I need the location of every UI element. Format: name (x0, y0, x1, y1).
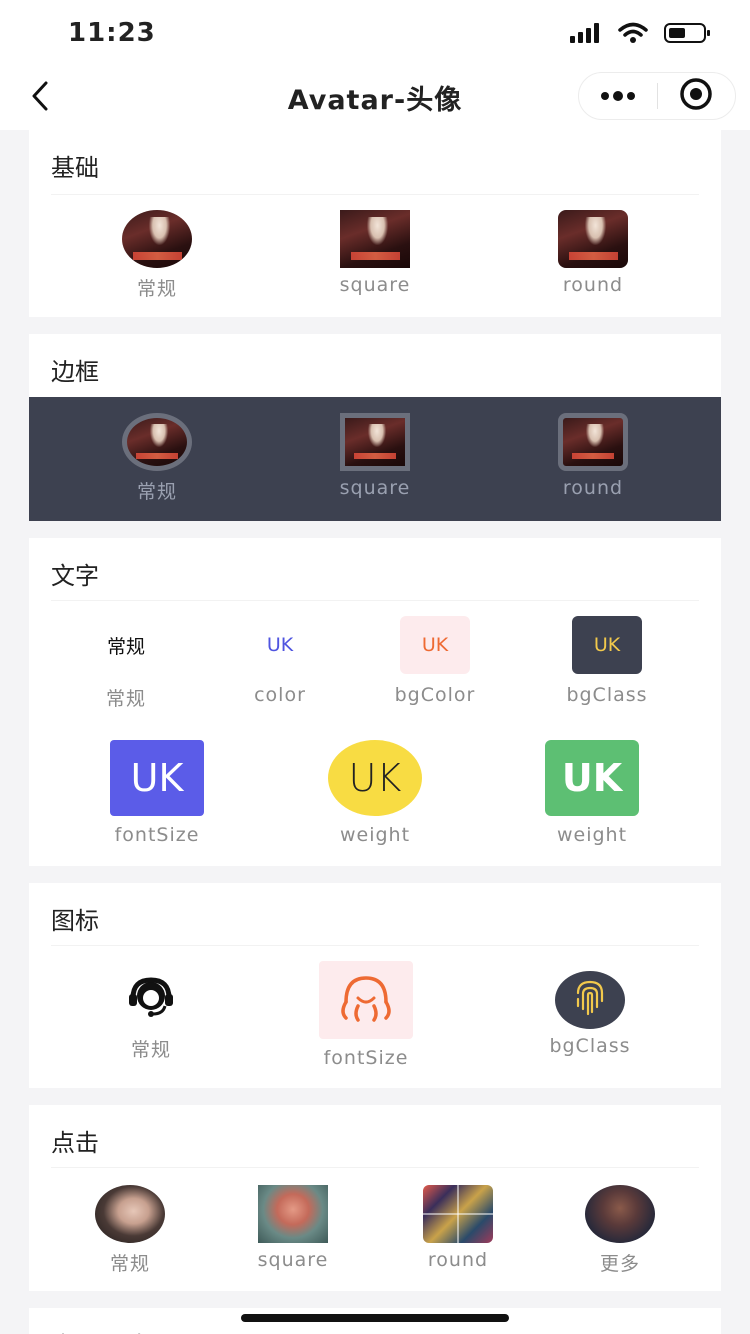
section-border: 边框 常规 square round (29, 334, 721, 521)
section-click: 点击 常规 square round 更多 (29, 1105, 721, 1291)
text-avatar-weight-light[interactable]: UK (328, 740, 422, 816)
avatar-label: bgColor (394, 684, 476, 706)
section-title: 内置尺寸 (51, 1326, 147, 1334)
clickable-avatar-square[interactable] (258, 1185, 328, 1243)
text-avatar-item[interactable]: UK weight (315, 740, 435, 846)
text-avatar-item[interactable]: UK color (233, 616, 327, 706)
text-avatar-bgcolor[interactable]: UK (400, 616, 470, 674)
clickable-avatar-item[interactable]: 常规 (85, 1185, 175, 1276)
target-circle-icon (679, 77, 713, 115)
icon-avatar-item[interactable]: fontSize (309, 961, 423, 1069)
clickable-avatar-circle[interactable] (95, 1185, 165, 1243)
section-title: 图标 (51, 907, 99, 935)
avatar-square-bordered[interactable] (340, 413, 410, 471)
divider (51, 600, 699, 601)
more-button[interactable] (579, 72, 657, 120)
clickable-avatar-item[interactable]: 更多 (575, 1185, 665, 1276)
avatar-item[interactable]: round (543, 210, 643, 296)
avatar-circle[interactable] (122, 210, 192, 268)
avatar-label: bgClass (566, 684, 648, 706)
icon-avatar-item[interactable]: bgClass (535, 971, 645, 1057)
clickable-avatar-item[interactable]: round (408, 1185, 508, 1271)
divider (51, 194, 699, 195)
avatar-label: weight (556, 824, 628, 846)
avatar-label: fontSize (114, 824, 200, 846)
text-avatar-item[interactable]: UK fontSize (97, 740, 217, 846)
avatar-label: round (562, 477, 624, 499)
avatar-label: round (427, 1249, 489, 1271)
avatar-square[interactable] (340, 210, 410, 268)
avatar-label: 常规 (105, 688, 146, 710)
divider (51, 945, 699, 946)
text-avatar-item[interactable]: UK bgColor (383, 616, 487, 706)
status-bar: 11:23 (0, 0, 750, 66)
text-avatar-item[interactable]: 常规 常规 (79, 616, 173, 711)
avatar-item[interactable]: square (325, 210, 425, 296)
close-button[interactable] (658, 72, 736, 120)
avatar-label: 常规 (130, 1039, 171, 1061)
section-basic: 基础 常规 square round (29, 130, 721, 317)
avatar-label: 更多 (599, 1253, 640, 1275)
wifi-icon (618, 22, 648, 48)
divider (51, 1167, 699, 1168)
avatar-circle-bordered[interactable] (122, 413, 192, 471)
avatar-round[interactable] (558, 210, 628, 268)
text-avatar-item[interactable]: UK weight (532, 740, 652, 846)
clickable-avatar-item[interactable]: square (243, 1185, 343, 1271)
avatar-item[interactable]: round (543, 413, 643, 499)
avatar-label: square (339, 274, 411, 296)
avatar-label: fontSize (323, 1047, 409, 1069)
more-dots-icon (600, 87, 636, 106)
avatar-label: weight (339, 824, 411, 846)
status-time: 11:23 (68, 18, 156, 48)
text-avatar[interactable]: 常规 (91, 616, 161, 674)
text-avatar-item[interactable]: UK bgClass (555, 616, 659, 706)
battery-icon (664, 22, 712, 48)
dark-panel: 常规 square round (29, 397, 721, 521)
octopus-icon (336, 974, 396, 1026)
icon-avatar-fontsize[interactable] (319, 961, 413, 1039)
avatar-item[interactable]: square (325, 413, 425, 499)
navigation-bar: Avatar-头像 (0, 66, 750, 130)
clickable-avatar-round[interactable] (423, 1185, 493, 1243)
text-avatar-weight-bold[interactable]: UK (545, 740, 639, 816)
icon-avatar-item[interactable]: 常规 (101, 971, 201, 1062)
text-avatar-bgclass[interactable]: UK (572, 616, 642, 674)
clickable-avatar-more[interactable] (585, 1185, 655, 1243)
icon-avatar-bgclass[interactable] (555, 971, 625, 1029)
avatar-label: square (339, 477, 411, 499)
cellular-signal-icon (570, 22, 602, 48)
section-title: 文字 (51, 562, 99, 590)
avatar-label: bgClass (549, 1035, 631, 1057)
avatar-label: 常规 (136, 481, 177, 503)
avatar-label: 常规 (109, 1253, 150, 1275)
avatar-label: round (562, 274, 624, 296)
section-text: 文字 常规 常规 UK color UK bgColor UK bgClass … (29, 538, 721, 866)
avatar-label: square (257, 1249, 329, 1271)
avatar-item[interactable]: 常规 (117, 413, 197, 504)
status-icons (570, 22, 712, 48)
section-title: 基础 (51, 154, 99, 182)
fingerprint-icon (573, 979, 607, 1021)
avatar-item[interactable]: 常规 (117, 210, 197, 301)
section-title: 点击 (51, 1129, 99, 1157)
text-avatar-color[interactable]: UK (245, 616, 315, 674)
section-icon: 图标 常规 fontSize bgClass (29, 883, 721, 1088)
avatar-label: color (254, 684, 306, 706)
home-indicator[interactable] (241, 1314, 509, 1322)
text-avatar-fontsize[interactable]: UK (110, 740, 204, 816)
headset-user-icon (127, 976, 175, 1024)
icon-avatar[interactable] (116, 971, 186, 1029)
mini-program-capsule (578, 72, 736, 120)
avatar-label: 常规 (136, 278, 177, 300)
section-title: 边框 (51, 358, 99, 386)
avatar-round-bordered[interactable] (558, 413, 628, 471)
